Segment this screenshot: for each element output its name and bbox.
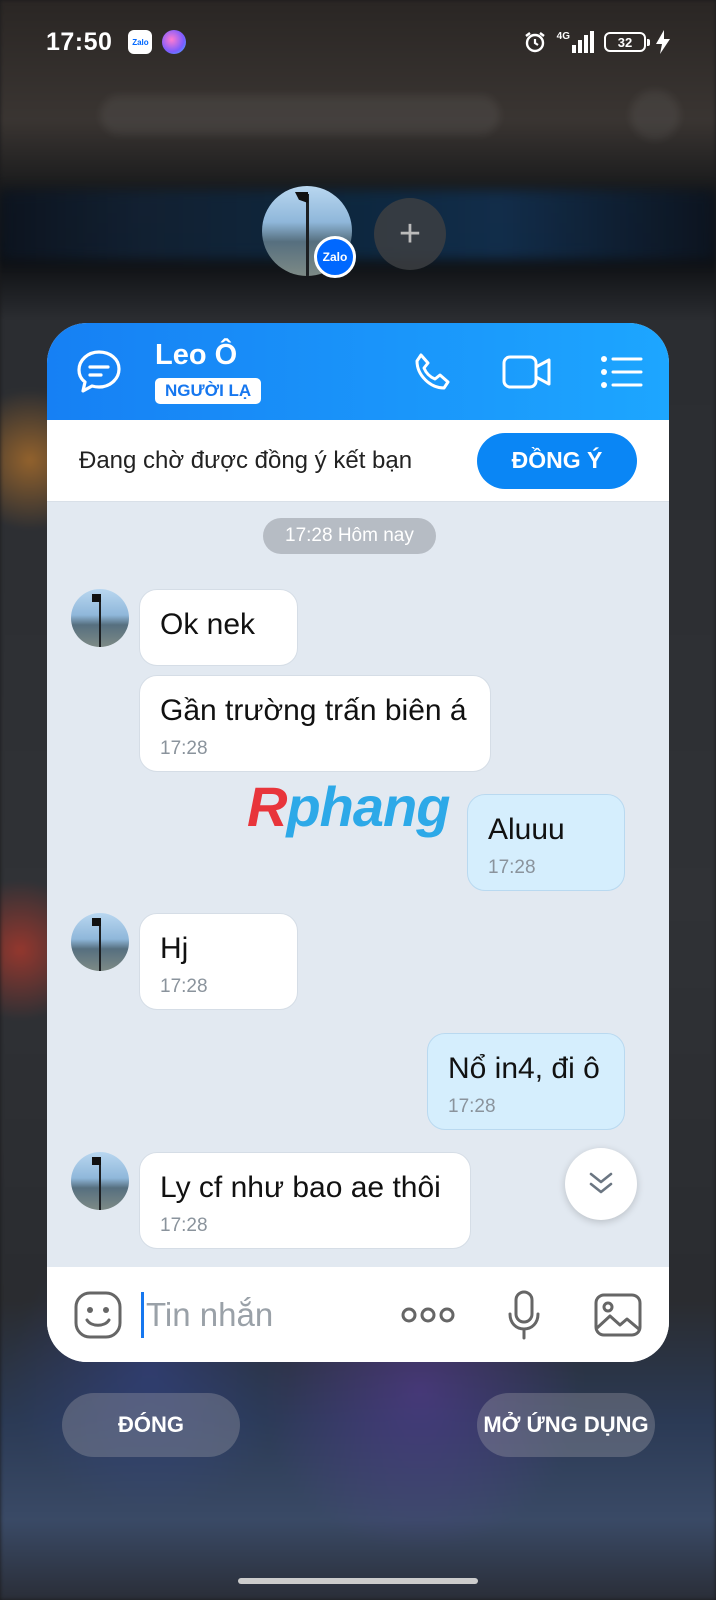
message-bubble-received[interactable]: Ok nek <box>139 589 298 666</box>
message-bubble-received[interactable]: Hj 17:28 <box>139 913 298 1010</box>
zalo-notification-icon: Zalo <box>128 30 153 54</box>
zalo-badge-icon: Zalo <box>314 236 356 278</box>
video-call-icon[interactable] <box>501 352 553 392</box>
image-gallery-icon[interactable] <box>593 1292 643 1338</box>
more-options-icon[interactable] <box>401 1305 455 1325</box>
message-bubble-sent[interactable]: Nổ in4, đi ô 17:28 <box>427 1033 625 1130</box>
friend-request-text: Đang chờ được đồng ý kết bạn <box>79 446 413 474</box>
home-indicator[interactable] <box>238 1578 478 1584</box>
chat-popup-card: Leo Ô NGƯỜI LẠ Đang chờ được đồng ý kết … <box>47 323 669 1362</box>
watermark-rest: phang <box>286 775 450 838</box>
message-text: Gần trường trấn biên á <box>160 694 467 727</box>
message-time: 17:28 <box>448 1096 496 1117</box>
stranger-badge: NGƯỜI LẠ <box>155 378 262 404</box>
chat-bubble-icon[interactable] <box>73 346 125 398</box>
message-bubble-received[interactable]: Ly cf như bao ae thôi 17:28 <box>139 1152 471 1249</box>
status-time: 17:50 <box>46 27 113 56</box>
chat-header: Leo Ô NGƯỜI LẠ <box>47 323 669 420</box>
header-actions <box>411 350 643 394</box>
status-right-icons: 4G 32 <box>523 30 670 54</box>
contact-avatar[interactable] <box>71 913 129 971</box>
watermark-logo: Rphang <box>247 774 450 839</box>
notification-icons: Zalo <box>128 30 187 54</box>
alarm-icon <box>524 32 545 53</box>
friend-request-banner: Đang chờ được đồng ý kết bạn ĐỒNG Ý <box>47 420 669 502</box>
message-time: 17:28 <box>488 857 536 878</box>
message-time: 17:28 <box>160 738 208 759</box>
message-text: Nổ in4, đi ô <box>448 1052 600 1085</box>
charging-icon <box>656 30 670 54</box>
message-list[interactable]: 17:28 Hôm nay Ok nek Gần trường trấn biê… <box>47 502 669 1262</box>
close-button[interactable]: ĐÓNG <box>62 1393 240 1457</box>
message-text: Ok nek <box>160 608 256 641</box>
message-bubble-sent[interactable]: Aluuu 17:28 <box>467 794 625 891</box>
message-text: Hj <box>160 932 189 965</box>
emoji-sticker-icon[interactable] <box>73 1290 123 1340</box>
open-app-button[interactable]: MỞ ỨNG DỤNG <box>477 1393 655 1457</box>
status-bar: 17:50 Zalo 4G 32 <box>0 0 716 84</box>
message-input-bar <box>47 1267 669 1362</box>
contact-info[interactable]: Leo Ô NGƯỜI LẠ <box>155 339 262 404</box>
battery-level: 32 <box>617 34 633 50</box>
accept-friend-button[interactable]: ĐỒNG Ý <box>477 432 637 489</box>
menu-list-icon[interactable] <box>599 354 643 390</box>
message-input[interactable] <box>146 1295 366 1334</box>
scroll-to-bottom-button[interactable] <box>565 1148 637 1220</box>
app-notification-icon <box>162 30 187 54</box>
phone-icon[interactable] <box>411 350 455 394</box>
double-chevron-down-icon <box>589 1172 613 1194</box>
blurred-background-circle <box>630 90 680 140</box>
date-separator: 17:28 Hôm nay <box>263 518 436 554</box>
watermark-first: R <box>247 775 287 838</box>
microphone-icon[interactable] <box>507 1290 541 1340</box>
add-bubble-button[interactable]: + <box>374 198 446 270</box>
blurred-background-strip <box>0 190 716 260</box>
contact-name: Leo Ô <box>155 339 238 371</box>
message-text: Ly cf như bao ae thôi <box>160 1171 441 1204</box>
contact-avatar[interactable] <box>71 1152 129 1210</box>
network-type: 4G <box>556 31 570 42</box>
battery-icon: 32 <box>604 32 650 52</box>
message-time: 17:28 <box>160 1215 208 1236</box>
text-caret <box>141 1291 144 1338</box>
message-text: Aluuu <box>488 813 565 846</box>
blurred-background-bar <box>100 95 500 135</box>
message-time: 17:28 <box>160 976 208 997</box>
message-bubble-received[interactable]: Gần trường trấn biên á 17:28 <box>139 675 491 772</box>
input-actions <box>401 1290 643 1340</box>
contact-avatar[interactable] <box>71 589 129 647</box>
signal-icon: 4G <box>557 31 594 53</box>
